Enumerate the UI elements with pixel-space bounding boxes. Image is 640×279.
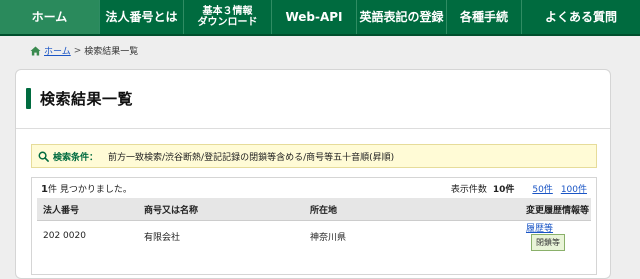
results-count-number: 1 (41, 183, 48, 195)
nav-english-registration[interactable]: 英語表記の登録 (357, 0, 447, 34)
closed-status-badge: 閉鎖等 (531, 234, 565, 251)
per-page-50-link[interactable]: 50件 (532, 182, 552, 195)
cell-address: 神奈川県 (310, 232, 347, 243)
nav-about-corporate-number[interactable]: 法人番号とは (100, 0, 184, 34)
search-condition-box: 検索条件： 前方一致検索/渋谷断熱/登記記録の閉鎖等含める/商号等五十音順(昇順… (31, 144, 597, 168)
results-box: 1件 見つかりました。 表示件数 10件 50件 100件 法人番号 商号又は名… (31, 177, 597, 275)
results-count-row: 1件 見つかりました。 表示件数 10件 50件 100件 (32, 178, 596, 198)
page-title: 検索結果一覧 (40, 90, 134, 108)
table-header-row: 法人番号 商号又は名称 所在地 変更履歴情報等 (37, 198, 591, 221)
top-navigation: ホーム 法人番号とは 基本３情報 ダウンロード Web-API 英語表記の登録 … (0, 0, 640, 36)
per-page-100-link[interactable]: 100件 (561, 182, 587, 195)
results-table: 法人番号 商号又は名称 所在地 変更履歴情報等 202 0020 有限会社 神奈… (37, 198, 591, 251)
results-count-text: 件 見つかりました。 (47, 184, 132, 195)
breadcrumb-separator: > (73, 45, 82, 56)
search-condition-text: 前方一致検索/渋谷断熱/登記記録の閉鎖等含める/商号等五十音順(昇順) (108, 152, 395, 163)
nav-download-line1: 基本３情報 (202, 6, 253, 17)
cell-history: 履歴等閉鎖等 (520, 221, 591, 251)
table-row: 202 0020 有限会社 神奈川県 履歴等閉鎖等 (37, 221, 591, 251)
breadcrumb-home-link[interactable]: ホーム (44, 44, 71, 57)
nav-procedures[interactable]: 各種手続 (447, 0, 522, 34)
history-link[interactable]: 履歴等 (526, 224, 553, 234)
nav-download-line2: ダウンロード (197, 17, 258, 28)
results-panel: 検索結果一覧 検索条件： 前方一致検索/渋谷断熱/登記記録の閉鎖等含める/商号等… (15, 69, 611, 279)
column-header-address: 所在地 (304, 198, 520, 221)
cell-corporate-number: 202 0020 (43, 231, 86, 241)
per-page-selector: 表示件数 10件 50件 100件 (451, 182, 587, 195)
per-page-current: 10件 (492, 184, 515, 195)
search-icon (38, 151, 49, 162)
nav-basic-info-download[interactable]: 基本３情報 ダウンロード (184, 0, 272, 34)
column-header-name: 商号又は名称 (138, 198, 304, 221)
column-header-history: 変更履歴情報等 (520, 198, 591, 221)
heading-divider (16, 128, 610, 129)
search-condition-label: 検索条件： (53, 152, 99, 163)
home-icon (30, 45, 41, 56)
cell-name: 有限会社 (144, 232, 181, 243)
heading-accent-bar (26, 88, 31, 109)
nav-faq[interactable]: よくある質問 (522, 0, 640, 34)
nav-web-api[interactable]: Web-API (272, 0, 357, 34)
breadcrumb-current: 検索結果一覧 (84, 47, 139, 57)
nav-home[interactable]: ホーム (0, 0, 100, 34)
page-heading: 検索結果一覧 (26, 88, 133, 109)
column-header-corporate-number: 法人番号 (37, 198, 138, 221)
breadcrumb: ホーム > 検索結果一覧 (30, 44, 138, 57)
per-page-label: 表示件数 (450, 184, 487, 195)
results-count: 1件 見つかりました。 (41, 182, 132, 195)
